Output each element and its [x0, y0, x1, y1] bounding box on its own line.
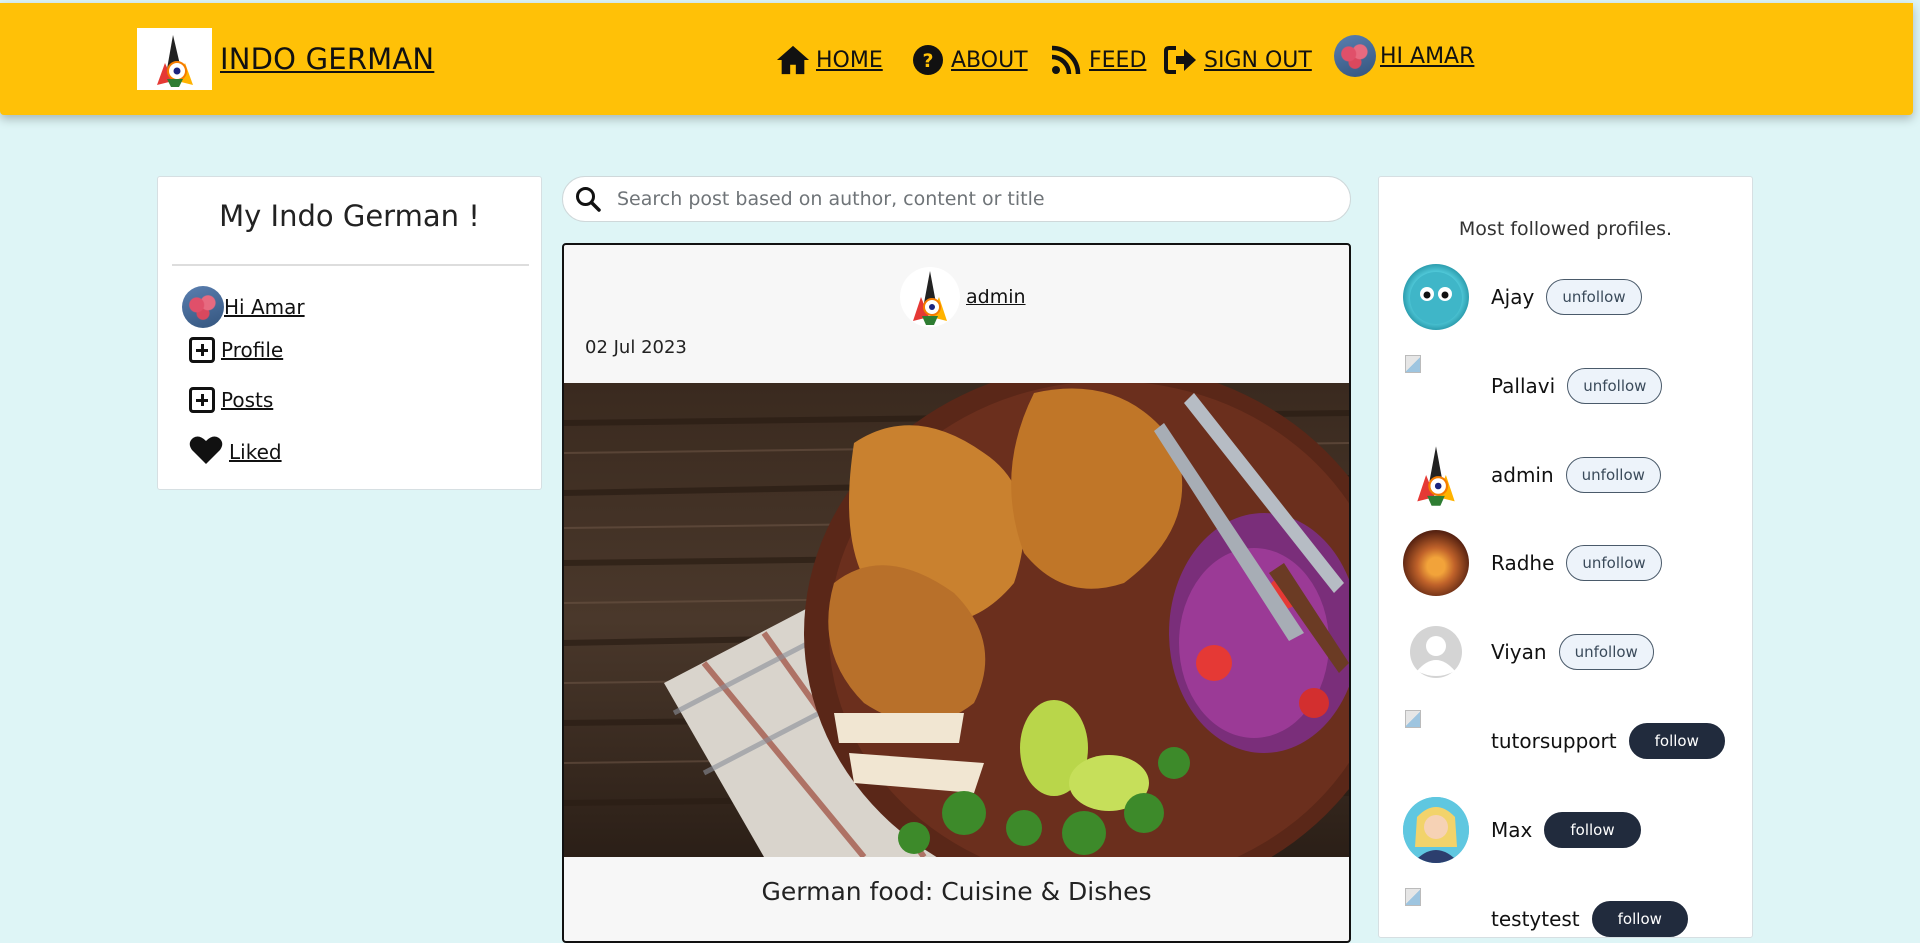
- default-user-icon: [1403, 619, 1469, 685]
- nav-feed-label: FEED: [1089, 47, 1147, 73]
- nav-home[interactable]: HOME: [776, 43, 883, 77]
- post-image[interactable]: [564, 383, 1349, 857]
- profile-name: Max: [1491, 818, 1533, 842]
- post-date: 02 Jul 2023: [585, 337, 687, 358]
- profile-name: Pallavi: [1491, 374, 1556, 398]
- nav-about[interactable]: ? ABOUT: [911, 43, 1028, 77]
- sidebar-item-profile[interactable]: Profile: [189, 337, 283, 363]
- unfollow-button[interactable]: unfollow: [1566, 545, 1662, 581]
- left-sidebar-title: My Indo German !: [219, 199, 480, 233]
- unfollow-button[interactable]: unfollow: [1567, 368, 1663, 404]
- sidebar-item-label: Profile: [221, 338, 284, 362]
- unfollow-button[interactable]: unfollow: [1546, 279, 1642, 315]
- profile-avatar: [1403, 442, 1469, 508]
- nav-feed[interactable]: FEED: [1049, 43, 1146, 77]
- profile-row: tutorsupport follow: [1403, 708, 1725, 774]
- svg-text:?: ?: [922, 50, 933, 72]
- divider: [172, 264, 529, 266]
- left-sidebar-card: My Indo German ! Hi Amar Profile Posts L…: [157, 176, 542, 490]
- unfollow-button[interactable]: unfollow: [1558, 634, 1654, 670]
- nav-sign-out-label: SIGN OUT: [1204, 47, 1312, 73]
- nav-user[interactable]: HI AMAR: [1334, 35, 1474, 77]
- follow-button[interactable]: follow: [1544, 812, 1641, 848]
- brand-logo: [137, 28, 212, 90]
- broken-image-icon: [1403, 353, 1469, 419]
- profile-avatar: [1403, 797, 1469, 863]
- brand-title: INDO GERMAN: [220, 42, 435, 76]
- profile-row: Pallavi unfollow: [1403, 353, 1663, 419]
- profile-name: Viyan: [1491, 640, 1547, 664]
- most-followed-title: Most followed profiles.: [1458, 218, 1673, 240]
- most-followed-card: Most followed profiles. Ajay unfollow Pa…: [1378, 176, 1753, 938]
- nav-user-label: HI AMAR: [1380, 43, 1475, 69]
- author-avatar: [900, 267, 960, 327]
- home-icon: [776, 43, 810, 77]
- rss-icon: [1049, 43, 1083, 77]
- profile-name: Ajay: [1491, 285, 1535, 309]
- post-title: German food: Cuisine & Dishes: [761, 877, 1152, 906]
- sidebar-item-liked[interactable]: Liked: [189, 435, 282, 469]
- top-navbar: INDO GERMAN HOME ? ABOUT FEED SIGN OUT H…: [0, 3, 1913, 115]
- sign-out-icon: [1164, 43, 1198, 77]
- profile-name: testytest: [1491, 907, 1580, 931]
- broken-image-icon: [1403, 886, 1469, 937]
- profile-avatar: [1403, 530, 1469, 596]
- sidebar-user-label: Hi Amar: [224, 295, 305, 319]
- user-avatar: [182, 286, 224, 328]
- profile-name: admin: [1491, 463, 1554, 487]
- profile-avatar: [1403, 264, 1469, 330]
- sidebar-item-user[interactable]: Hi Amar: [182, 286, 305, 328]
- search-bar: [562, 176, 1351, 222]
- profile-row: admin unfollow: [1403, 442, 1661, 508]
- follow-button[interactable]: follow: [1591, 901, 1688, 937]
- user-avatar: [1334, 35, 1376, 77]
- question-circle-icon: ?: [911, 43, 945, 77]
- heart-icon: [189, 435, 223, 469]
- profile-name: tutorsupport: [1491, 729, 1617, 753]
- plus-square-icon: [189, 337, 215, 363]
- post-author-link[interactable]: admin: [900, 267, 1026, 327]
- profile-row: Ajay unfollow: [1403, 264, 1642, 330]
- unfollow-button[interactable]: unfollow: [1565, 457, 1661, 493]
- profile-name: Radhe: [1491, 551, 1555, 575]
- search-icon: [575, 186, 601, 212]
- profile-row: Viyan unfollow: [1403, 619, 1654, 685]
- profile-row: Radhe unfollow: [1403, 530, 1662, 596]
- search-input[interactable]: [615, 187, 1319, 211]
- sidebar-item-label: Liked: [229, 440, 282, 464]
- nav-about-label: ABOUT: [951, 47, 1028, 73]
- brand-link[interactable]: INDO GERMAN: [137, 28, 434, 90]
- sidebar-item-label: Posts: [221, 388, 274, 412]
- nav-sign-out[interactable]: SIGN OUT: [1164, 43, 1312, 77]
- post-author-name: admin: [966, 286, 1026, 308]
- sidebar-item-posts[interactable]: Posts: [189, 387, 273, 413]
- broken-image-icon: [1403, 708, 1469, 774]
- follow-button[interactable]: follow: [1628, 723, 1725, 759]
- plus-square-icon: [189, 387, 215, 413]
- nav-home-label: HOME: [816, 47, 883, 73]
- profile-row: testytest follow: [1403, 886, 1688, 937]
- profile-row: Max follow: [1403, 797, 1641, 863]
- post-card: admin 02 Jul 2023 German food: Cuisine &…: [562, 243, 1351, 943]
